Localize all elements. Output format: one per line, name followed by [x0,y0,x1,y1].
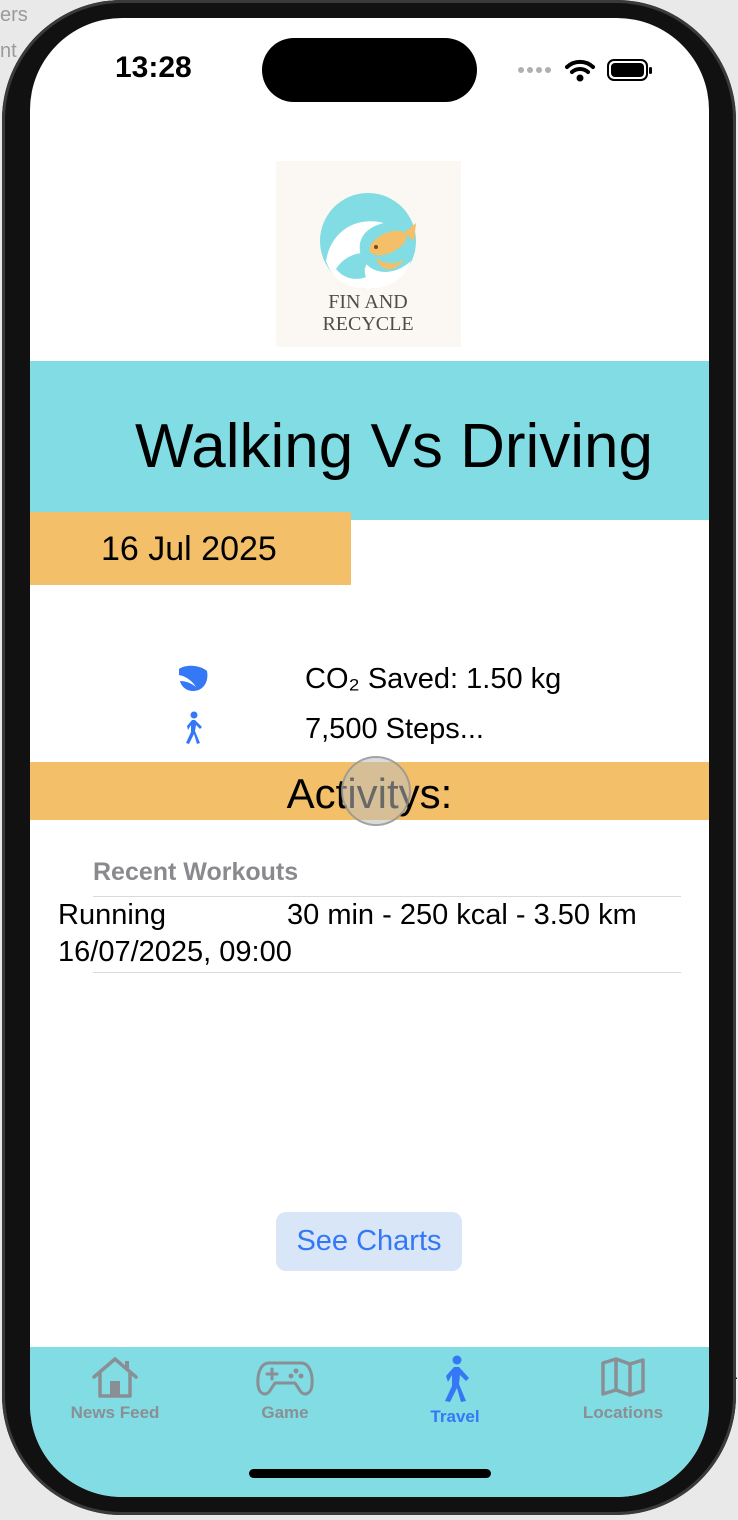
tab-label-game: Game [261,1403,309,1422]
workout-datetime: 16/07/2025, 09:00 [58,936,292,968]
signal-dots-icon [518,67,551,73]
figure-walk-icon [186,711,202,744]
recent-workouts-header: Recent Workouts [93,858,299,886]
date-label: 16 Jul 2025 [101,530,277,568]
wave-fish-logo-icon: FIN AND RECYCLE [320,193,416,335]
tab-label-locations: Locations [582,1403,664,1422]
stat-row-co2: CO₂ Saved: 1.50 kg [30,661,709,701]
touch-indicator [341,756,411,826]
home-indicator[interactable] [249,1469,491,1478]
tab-news-feed[interactable]: News Feed [30,1355,200,1435]
list-separator-bottom [93,972,681,973]
workout-type: Running [58,899,167,931]
app-logo: FIN AND RECYCLE [276,161,461,347]
dynamic-island [262,38,477,102]
map-icon [601,1357,645,1397]
background-text-2: nt [0,40,17,62]
page-title: Walking Vs Driving [135,412,653,481]
house-icon [92,1357,138,1398]
tab-label-news-feed: News Feed [70,1403,160,1422]
stat-row-steps: 7,500 Steps... [30,711,709,751]
workout-detail: 30 min - 250 kcal - 3.50 km [287,899,637,931]
tab-travel[interactable]: Travel [370,1355,540,1435]
logo-text-line2: RECYCLE [322,313,413,335]
wifi-icon [565,59,595,82]
tab-label-travel: Travel [430,1407,480,1426]
steps-label: 7,500 Steps... [305,713,484,745]
battery-icon [607,59,652,81]
list-item[interactable]: Running 30 min - 250 kcal - 3.50 km 16/0… [30,896,709,972]
co2-saved-label: CO₂ Saved: 1.50 kg [305,663,562,695]
see-charts-button[interactable]: See Charts [276,1212,462,1271]
status-time: 13:28 [115,51,192,84]
background-text: ers [0,4,28,26]
gamecontroller-icon [256,1361,314,1396]
leaf-icon [179,665,208,691]
app-screen: 13:28 FIN AND RECYCLE Walking Vs Driving… [30,18,709,1497]
phone-frame: 13:28 FIN AND RECYCLE Walking Vs Driving… [2,0,736,1515]
figure-walk-icon [445,1355,469,1402]
tab-game[interactable]: Game [200,1355,370,1435]
logo-text-line1: FIN AND [328,291,407,313]
tab-locations[interactable]: Locations [538,1355,708,1435]
status-icons [517,56,653,84]
